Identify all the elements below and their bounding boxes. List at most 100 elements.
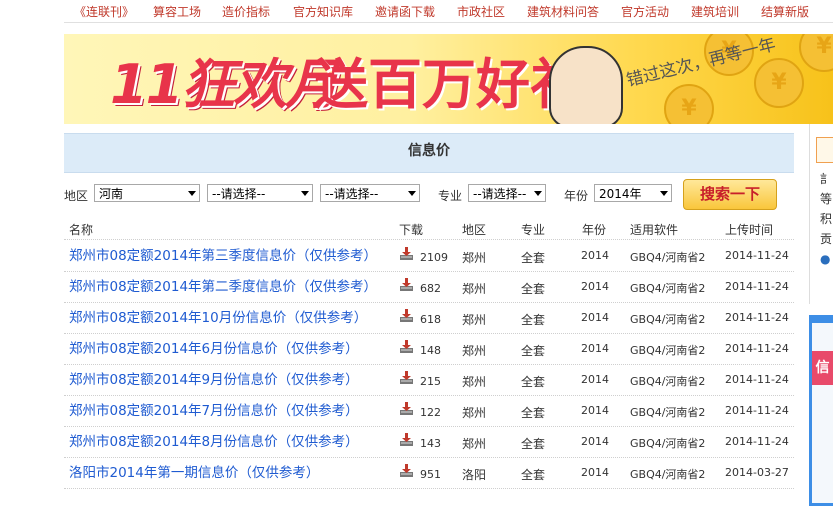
nav-item-lianlian[interactable]: 《连联刊》 <box>74 3 134 20</box>
year-label: 年份 <box>564 189 589 203</box>
region-cell: 郑州 <box>462 375 487 389</box>
major-cell: 全套 <box>521 375 546 389</box>
info-price-link[interactable]: 洛阳市2014年第一期信息价（仅供参考） <box>69 461 319 481</box>
sidebar-tab[interactable] <box>816 137 833 163</box>
upload-date-cell: 2014-11-24 <box>725 280 789 293</box>
sidebar-ad-ribbon: 信 <box>812 351 833 385</box>
download-count: 148 <box>420 344 441 357</box>
download-count: 618 <box>420 313 441 326</box>
nav-item-settlement[interactable]: 结算新版 <box>761 3 809 20</box>
chevron-down-icon <box>534 191 542 196</box>
year-select-value: 2014年 <box>599 187 642 201</box>
nav-item-suanrong[interactable]: 算容工场 <box>153 3 201 20</box>
region-select[interactable]: 河南 <box>94 184 200 202</box>
district-select-value: --请选择-- <box>325 187 379 201</box>
region-cell: 郑州 <box>462 344 487 358</box>
city-select-value: --请选择-- <box>212 187 266 201</box>
coin-icon: ¥ <box>799 34 833 72</box>
top-navigation: 《连联刊》 算容工场 造价指标 官方知识库 邀请函下载 市政社区 建筑材料问答 … <box>64 0 833 23</box>
nav-item-municipal-community[interactable]: 市政社区 <box>457 3 505 20</box>
nav-item-official-events[interactable]: 官方活动 <box>621 3 669 20</box>
year-cell: 2014 <box>581 466 609 479</box>
search-button[interactable]: 搜索一下 <box>683 179 777 210</box>
region-cell: 郑州 <box>462 251 487 265</box>
chevron-down-icon <box>188 191 196 196</box>
chevron-down-icon <box>408 191 416 196</box>
nav-item-cost-index[interactable]: 造价指标 <box>222 3 270 20</box>
column-header-download: 下载 <box>399 223 424 237</box>
city-select[interactable]: --请选择-- <box>207 184 313 202</box>
chevron-down-icon <box>660 191 668 196</box>
sidebar-text: 等 <box>820 192 833 206</box>
major-cell: 全套 <box>521 468 546 482</box>
download-count: 143 <box>420 437 441 450</box>
info-price-link[interactable]: 郑州市08定额2014年8月份信息价（仅供参考） <box>69 430 359 450</box>
info-price-link[interactable]: 郑州市08定额2014年10月份信息价（仅供参考） <box>69 306 367 326</box>
column-header-name: 名称 <box>69 223 94 237</box>
download-icon[interactable] <box>399 340 414 354</box>
nav-item-knowledge-base[interactable]: 官方知识库 <box>293 3 353 20</box>
region-cell: 郑州 <box>462 282 487 296</box>
download-icon[interactable] <box>399 247 414 261</box>
column-header-upload-time: 上传时间 <box>725 223 774 237</box>
major-cell: 全套 <box>521 344 546 358</box>
major-cell: 全套 <box>521 282 546 296</box>
download-icon[interactable] <box>399 309 414 323</box>
column-header-software: 适用软件 <box>630 223 679 237</box>
year-cell: 2014 <box>581 373 609 386</box>
table-row: 郑州市08定额2014年10月份信息价（仅供参考） 618 郑州 全套 2014 GBQ4… <box>64 302 794 334</box>
info-price-link[interactable]: 郑州市08定额2014年第三季度信息价（仅供参考） <box>69 244 377 264</box>
software-cell: GBQ4/河南省2 <box>630 344 706 357</box>
chevron-down-icon <box>301 191 309 196</box>
download-icon[interactable] <box>399 433 414 447</box>
software-cell: GBQ4/河南省2 <box>630 375 706 388</box>
table-row: 郑州市08定额2014年第三季度信息价（仅供参考） 2109 郑州 全套 2014 GBQ… <box>64 240 794 272</box>
nav-item-invitation-download[interactable]: 邀请函下载 <box>375 3 435 20</box>
user-icon: ● <box>820 252 831 266</box>
download-icon[interactable] <box>399 464 414 478</box>
download-icon[interactable] <box>399 278 414 292</box>
major-select[interactable]: --请选择-- <box>468 184 546 202</box>
table-row: 洛阳市2014年第一期信息价（仅供参考） 951 洛阳 全套 2014 GBQ4/河南省2… <box>64 457 794 489</box>
year-cell: 2014 <box>581 404 609 417</box>
table-row: 郑州市08定额2014年8月份信息价（仅供参考） 143 郑州 全套 2014 GBQ4/… <box>64 426 794 458</box>
column-header-major: 专业 <box>521 223 546 237</box>
sidebar-ad[interactable]: 信 <box>809 315 833 506</box>
banner-title: 11狂欢月 <box>110 53 339 116</box>
info-price-link[interactable]: 郑州市08定额2014年9月份信息价（仅供参考） <box>69 368 359 388</box>
nav-item-material-qa[interactable]: 建筑材料问答 <box>527 3 599 20</box>
coin-icon: ¥ <box>754 58 804 108</box>
major-cell: 全套 <box>521 406 546 420</box>
year-select[interactable]: 2014年 <box>594 184 672 202</box>
info-price-link[interactable]: 郑州市08定额2014年7月份信息价（仅供参考） <box>69 399 359 419</box>
promo-banner[interactable]: ¥ ¥ ¥ ¥ 11狂欢月 送百万好礼 错过这次，再等一年 <box>64 34 833 124</box>
software-cell: GBQ4/河南省2 <box>630 282 706 295</box>
info-price-link[interactable]: 郑州市08定额2014年第二季度信息价（仅供参考） <box>69 275 377 295</box>
download-icon[interactable] <box>399 402 414 416</box>
major-select-value: --请选择-- <box>473 187 527 201</box>
info-price-link[interactable]: 郑州市08定额2014年6月份信息价（仅供参考） <box>69 337 359 357</box>
column-header-region: 地区 <box>462 223 487 237</box>
banner-subtitle: 送百万好礼 <box>314 53 584 116</box>
region-cell: 郑州 <box>462 313 487 327</box>
major-cell: 全套 <box>521 437 546 451</box>
table-row: 郑州市08定额2014年9月份信息价（仅供参考） 215 郑州 全套 2014 GBQ4/… <box>64 364 794 396</box>
upload-date-cell: 2014-11-24 <box>725 311 789 324</box>
download-icon[interactable] <box>399 371 414 385</box>
major-cell: 全套 <box>521 313 546 327</box>
year-cell: 2014 <box>581 342 609 355</box>
upload-date-cell: 2014-11-24 <box>725 373 789 386</box>
software-cell: GBQ4/河南省2 <box>630 406 706 419</box>
coin-icon: ¥ <box>664 84 714 124</box>
region-select-value: 河南 <box>99 187 124 201</box>
district-select[interactable]: --请选择-- <box>320 184 420 202</box>
page-title: 信息价 <box>408 143 450 159</box>
year-cell: 2014 <box>581 280 609 293</box>
region-cell: 郑州 <box>462 437 487 451</box>
table-row: 郑州市08定额2014年第二季度信息价（仅供参考） 682 郑州 全套 2014 GBQ4… <box>64 271 794 303</box>
year-cell: 2014 <box>581 249 609 262</box>
column-header-year: 年份 <box>582 223 607 237</box>
nav-item-training[interactable]: 建筑培训 <box>691 3 739 20</box>
software-cell: GBQ4/河南省2 <box>630 251 706 264</box>
upload-date-cell: 2014-11-24 <box>725 342 789 355</box>
